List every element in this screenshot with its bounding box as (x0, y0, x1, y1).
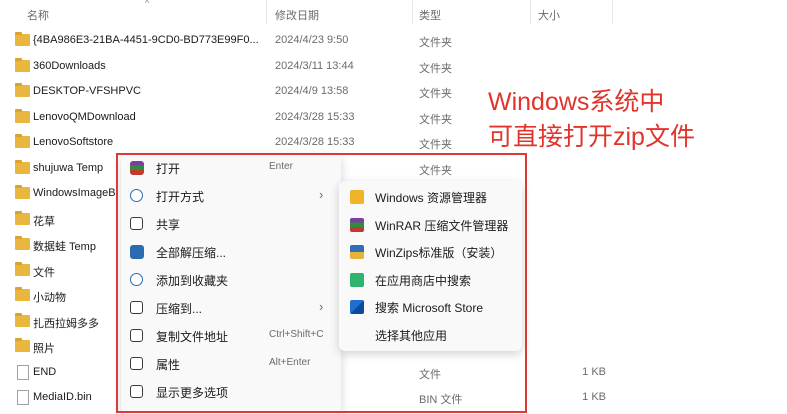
folder-icon (15, 159, 30, 174)
folder-icon (15, 236, 30, 250)
folder-icon (15, 134, 30, 148)
file-name: 花草 (33, 215, 55, 228)
file-type: 文件夹 (419, 113, 452, 126)
column-header: ^ 名称 修改日期 类型 大小 (0, 0, 787, 26)
file-date: 2024/3/11 13:44 (275, 59, 354, 72)
folder-icon (15, 57, 30, 72)
sort-arrow-icon[interactable]: ^ (145, 0, 149, 8)
folder-icon (15, 210, 30, 225)
file-type: 文件夹 (419, 139, 452, 151)
folder-icon (15, 312, 30, 327)
file-date: 2024/4/23 9:50 (275, 34, 349, 46)
annotation-line-1: Windows系统中 (488, 88, 665, 116)
folder-icon (15, 287, 30, 301)
folder-icon (15, 108, 30, 123)
file-type: 文件夹 (419, 37, 452, 49)
column-size[interactable]: 大小 (538, 7, 560, 23)
folder-icon (15, 83, 30, 97)
column-divider[interactable] (412, 0, 413, 24)
file-date: 2024/3/28 15:33 (275, 110, 355, 123)
file-name: DESKTOP-VFSHPVC (33, 85, 141, 97)
column-type[interactable]: 类型 (419, 7, 441, 23)
file-icon (17, 364, 29, 380)
file-name: shujuwa Temp (33, 161, 104, 174)
file-row[interactable]: DESKTOP-VFSHPVC 2024/4/9 13:58 文件夹 (0, 79, 787, 104)
folder-icon (15, 185, 30, 199)
column-divider[interactable] (612, 0, 613, 24)
file-name: LenovoQMDownload (33, 110, 136, 123)
file-name: END (33, 365, 57, 378)
file-name: MediaID.bin (33, 391, 92, 403)
column-divider[interactable] (266, 0, 267, 24)
file-name: 扎西拉姆多多 (33, 317, 99, 330)
file-row[interactable]: 360Downloads 2024/3/11 13:44 文件夹 (0, 54, 787, 79)
file-size: 1 KB (582, 391, 606, 403)
column-date[interactable]: 修改日期 (275, 7, 319, 23)
file-type: 文件夹 (419, 62, 452, 75)
file-name: 文件 (33, 266, 55, 279)
file-row[interactable]: {4BA986E3-21BA-4451-9CD0-BD773E99F0... 20… (0, 28, 787, 53)
file-name: LenovoSoftstore (33, 136, 114, 148)
file-size: 1 KB (582, 365, 606, 378)
highlight-frame (116, 153, 527, 413)
column-divider[interactable] (530, 0, 531, 24)
column-name[interactable]: 名称 (27, 7, 49, 23)
file-date: 2024/3/28 15:33 (275, 136, 355, 148)
folder-icon (15, 338, 30, 352)
file-type: 文件夹 (419, 88, 452, 100)
file-name: 小动物 (33, 292, 66, 304)
annotation-line-2: 可直接打开zip文件 (488, 123, 695, 151)
folder-icon (15, 261, 30, 276)
folder-icon (15, 32, 30, 46)
file-date: 2024/4/9 13:58 (275, 85, 349, 97)
file-name: 数据蛙 Temp (33, 241, 96, 253)
file-icon (17, 390, 29, 405)
file-name: WindowsImageB (33, 187, 116, 199)
file-name: 照片 (33, 343, 55, 355)
file-name: 360Downloads (33, 59, 106, 72)
file-name: {4BA986E3-21BA-4451-9CD0-BD773E99F0... (33, 34, 259, 46)
